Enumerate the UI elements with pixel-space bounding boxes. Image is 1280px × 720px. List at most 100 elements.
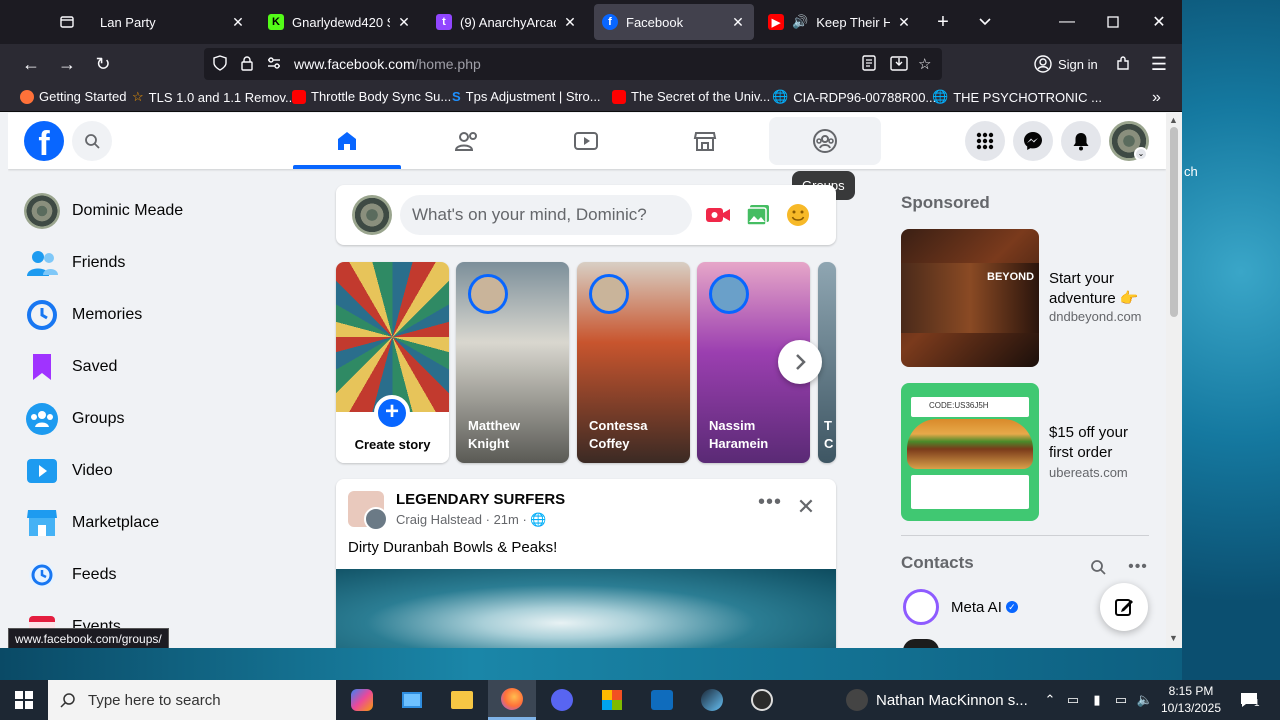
sponsored-ad[interactable]: BEYOND Start your adventure 👉 dndbeyond.… [901, 229, 1151, 369]
url-text[interactable]: www.facebook.com/home.php [294, 56, 481, 72]
sponsored-ad[interactable]: CODE:US36J5H $15 off your first order ub… [901, 383, 1151, 523]
plus-icon[interactable]: + [374, 395, 410, 431]
live-video-button[interactable] [702, 199, 734, 231]
contacts-search-button[interactable] [1084, 553, 1112, 581]
shield-icon[interactable] [212, 55, 228, 75]
nav-groups[interactable] [769, 117, 881, 165]
taskbar-clock[interactable]: 8:15 PM 10/13/2025 [1158, 683, 1224, 717]
post-more-button[interactable]: ••• [756, 492, 784, 519]
contact-avatar[interactable] [903, 639, 939, 648]
sidebar-item-memories[interactable]: Memories [16, 289, 316, 341]
system-tray-icon[interactable]: ▭ [1062, 680, 1084, 720]
bookmark-item[interactable]: Getting Started [20, 89, 126, 104]
chevron-up-icon[interactable]: ⌃ [1040, 680, 1060, 720]
close-tab-icon[interactable]: ✕ [730, 14, 746, 31]
author-avatar[interactable] [364, 507, 388, 531]
outlook-icon[interactable] [638, 680, 686, 720]
new-message-button[interactable] [1100, 583, 1148, 631]
speaker-icon[interactable]: 🔊 [792, 14, 808, 30]
photo-video-button[interactable] [742, 199, 774, 231]
steam-icon[interactable] [688, 680, 736, 720]
post-time[interactable]: 21m [494, 512, 519, 527]
sidebar-item-video[interactable]: Video [16, 445, 316, 497]
bookmark-star-icon[interactable]: ☆ [918, 55, 931, 73]
lock-icon[interactable] [240, 55, 254, 75]
close-tab-icon[interactable]: ✕ [896, 14, 912, 31]
more-bookmarks-button[interactable]: » [1152, 89, 1161, 107]
browser-tab[interactable]: t (9) AnarchyArcade - ✕ [428, 4, 586, 40]
post-author[interactable]: Craig Halstead [396, 512, 482, 527]
stories-next-button[interactable] [778, 340, 822, 384]
app-menu-button[interactable]: ☰ [1144, 50, 1174, 78]
close-tab-icon[interactable]: ✕ [562, 14, 578, 31]
discord-icon[interactable] [538, 680, 586, 720]
browser-tab[interactable]: ▶ 🔊 Keep Their Head ✕ [760, 4, 920, 40]
sidebar-item-marketplace[interactable]: Marketplace [16, 497, 316, 549]
notification-center-button[interactable]: 1 [1234, 680, 1264, 720]
sidebar-item-profile[interactable]: Dominic Meade [16, 185, 316, 237]
browser-tab-active[interactable]: f Facebook ✕ [594, 4, 754, 40]
news-widget[interactable]: Nathan MacKinnon s... [846, 680, 1028, 720]
obs-icon[interactable] [738, 680, 786, 720]
reload-button[interactable]: ↻ [88, 50, 118, 78]
post-group-name[interactable]: LEGENDARY SURFERS [396, 491, 565, 508]
scrollbar-thumb[interactable] [1170, 127, 1178, 317]
story-card[interactable]: Contessa Coffey [577, 262, 690, 463]
maximize-button[interactable] [1090, 0, 1136, 44]
sidebar-item-saved[interactable]: Saved [16, 341, 316, 393]
bookmark-item[interactable]: 🌐 THE PSYCHOTRONIC ... [932, 89, 1102, 105]
start-button[interactable] [0, 680, 48, 720]
feeling-activity-button[interactable] [782, 199, 814, 231]
nav-home[interactable] [291, 117, 403, 165]
chevron-down-icon[interactable]: ⌄ [1134, 147, 1148, 161]
reader-view-icon[interactable] [862, 55, 876, 75]
messenger-button[interactable] [1013, 121, 1053, 161]
bookmark-item[interactable]: 🌐 CIA-RDP96-00788R00... [772, 89, 936, 105]
volume-icon[interactable]: 🔈 [1134, 680, 1156, 720]
sidebar-item-friends[interactable]: Friends [16, 237, 316, 289]
store-icon[interactable] [588, 680, 636, 720]
browser-tab[interactable]: K Gnarlydewd420 Stre ✕ [260, 4, 420, 40]
composer-input[interactable]: What's on your mind, Dominic? [400, 195, 692, 235]
facebook-search-button[interactable] [72, 121, 112, 161]
usb-icon[interactable]: ▮ [1086, 680, 1108, 720]
back-button[interactable]: ← [16, 50, 46, 78]
post-image[interactable] [336, 569, 836, 648]
list-all-tabs-button[interactable] [962, 0, 1008, 44]
permissions-icon[interactable] [266, 55, 282, 75]
bookmark-item[interactable]: S Tps Adjustment | Stro... [452, 89, 601, 104]
new-tab-button[interactable]: + [920, 0, 966, 44]
extensions-button[interactable] [1108, 50, 1138, 78]
minimize-button[interactable]: — [1044, 0, 1090, 44]
contacts-more-button[interactable]: ••• [1124, 553, 1152, 581]
bookmark-item[interactable]: ☆ TLS 1.0 and 1.1 Remov... [132, 89, 296, 105]
install-app-icon[interactable] [890, 55, 908, 75]
task-view-icon[interactable] [388, 680, 436, 720]
nav-friends[interactable] [411, 117, 523, 165]
notifications-button[interactable] [1061, 121, 1101, 161]
firefox-icon[interactable] [488, 680, 536, 720]
address-bar[interactable]: www.facebook.com/home.php ☆ [204, 48, 942, 80]
sidebar-item-groups[interactable]: Groups [16, 393, 316, 445]
composer-avatar[interactable] [352, 195, 392, 235]
forward-button[interactable]: → [52, 50, 82, 78]
network-icon[interactable]: ▭ [1110, 680, 1132, 720]
copilot-icon[interactable] [338, 680, 386, 720]
nav-video[interactable] [530, 117, 642, 165]
close-window-button[interactable]: ✕ [1136, 0, 1182, 44]
close-tab-icon[interactable]: ✕ [230, 14, 246, 31]
create-story-card[interactable]: + Create story [336, 262, 449, 463]
file-explorer-icon[interactable] [438, 680, 486, 720]
story-card[interactable]: Matthew Knight [456, 262, 569, 463]
bookmark-item[interactable]: Throttle Body Sync Su... [292, 89, 451, 104]
post-hide-button[interactable]: ✕ [792, 493, 820, 521]
nav-marketplace[interactable] [649, 117, 761, 165]
tab-list-button[interactable] [52, 8, 82, 36]
facebook-logo[interactable]: f [24, 121, 64, 163]
bookmark-item[interactable]: The Secret of the Univ... [612, 89, 770, 104]
menu-button[interactable] [965, 121, 1005, 161]
sign-in-button[interactable]: Sign in [1028, 50, 1104, 78]
browser-tab[interactable]: Lan Party ✕ [92, 4, 254, 40]
sidebar-item-feeds[interactable]: Feeds [16, 549, 316, 601]
close-tab-icon[interactable]: ✕ [396, 14, 412, 31]
